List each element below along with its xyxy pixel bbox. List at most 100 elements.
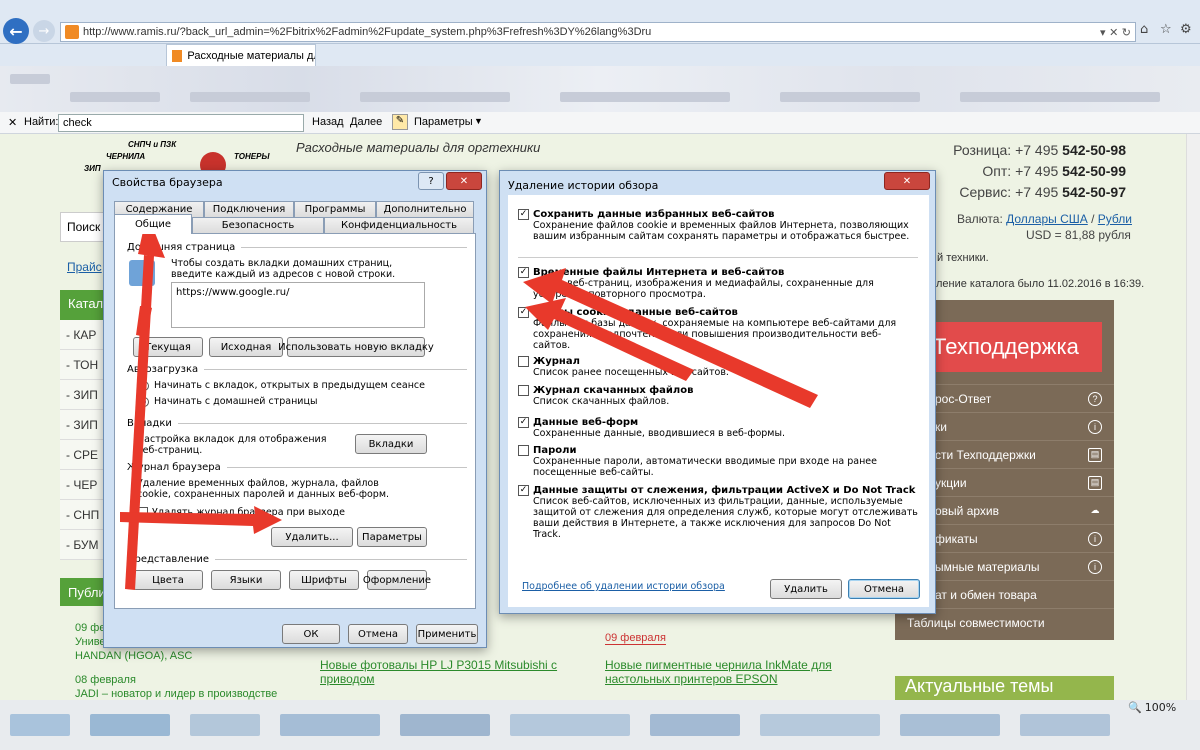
address-controls[interactable]: ▾ ✕ ↻ [1100, 26, 1131, 39]
tab-privacy[interactable]: Конфиденциальность [324, 217, 474, 233]
info-icon: i [1088, 419, 1102, 434]
catalog-update-text: ление каталога было 11.02.2016 в 16:39. [936, 278, 1145, 290]
dialog-title: Свойства браузера [112, 176, 223, 189]
use-default-button[interactable]: Исходная [209, 337, 283, 357]
use-current-button[interactable]: Текущая [133, 337, 203, 357]
ok-button[interactable]: ОК [282, 624, 340, 644]
delete-button[interactable]: Удалить [770, 579, 842, 599]
cloud-download-icon: ☁ [1090, 505, 1100, 515]
arrow-left-icon: ← [9, 21, 23, 41]
checkbox-unchecked-icon [518, 355, 529, 367]
news-link[interactable]: JADI – новатор и лидер в производстве [75, 688, 277, 700]
delete-history-panel: ✓ Сохранить данные избранных веб-сайтов С… [508, 195, 929, 607]
cancel-button[interactable]: Отмена [348, 624, 408, 644]
history-description: Удаление временных файлов, журнала, файл… [137, 478, 390, 500]
languages-button[interactable]: Языки [211, 570, 281, 590]
checkbox-checked-icon: ✓ [518, 208, 529, 220]
news-link[interactable]: Униве [75, 636, 106, 648]
usd-rate: USD = 81,88 рубля [1026, 228, 1131, 242]
history-option[interactable]: ✓ Данные защиты от слежения, фильтрации A… [518, 483, 918, 540]
browser-tab[interactable]: Расходные материалы для... [166, 44, 316, 66]
colors-button[interactable]: Цвета [133, 570, 203, 590]
news-link[interactable]: HANDAN (HGOA), ASC [75, 650, 192, 662]
nav-item[interactable]: - СНП [60, 500, 104, 530]
tab-advanced[interactable]: Дополнительно [376, 201, 474, 217]
site-favicon-icon [65, 25, 79, 39]
page-scrollbar[interactable] [1186, 134, 1200, 700]
home-icon[interactable]: ⌂ [1140, 22, 1148, 37]
document-icon: ▤ [1088, 447, 1102, 462]
learn-more-link[interactable]: Подробнее об удалении истории обзора [522, 581, 725, 592]
history-option[interactable]: ✓ Временные файлы Интернета и веб-сайтов … [518, 265, 918, 300]
nav-item[interactable]: - КАР [60, 320, 104, 350]
phone-service: Сервис: +7 495 542-50-97 [959, 184, 1126, 200]
news-link[interactable]: Новые пигментные чернила InkMate для нас… [605, 658, 855, 686]
question-icon: ? [1088, 391, 1102, 406]
close-button[interactable]: ✕ [446, 172, 482, 190]
pencil-icon: ✎ [392, 114, 408, 130]
site-search-input[interactable]: Поиск [60, 212, 104, 242]
home-page-urls-textarea[interactable]: https://www.google.ru/ [171, 282, 425, 328]
cancel-button[interactable]: Отмена [848, 579, 920, 599]
currency-rub-link[interactable]: Рубли [1098, 212, 1132, 226]
history-option[interactable]: ✓ Данные веб-форм Сохраненные данные, вво… [518, 415, 918, 439]
zoom-level[interactable]: 🔍 100% [1128, 701, 1176, 714]
history-option[interactable]: Пароли Сохраненные пароли, автоматически… [518, 443, 918, 478]
phone-wholesale: Опт: +7 495 542-50-99 [982, 163, 1126, 179]
site-slogan: Расходные материалы для оргтехники [296, 140, 541, 155]
checkbox-checked-icon: ✓ [518, 416, 529, 428]
gear-icon[interactable]: ⚙ [1180, 22, 1192, 37]
find-bar: ✕ Найти: Назад Далее ✎ Параметры ▼ [0, 112, 1200, 134]
delete-on-exit-checkbox[interactable]: Удалять журнал браузера при выходе [137, 507, 345, 518]
tabs-settings-button[interactable]: Вкладки [355, 434, 427, 454]
history-option[interactable]: Журнал скачанных файлов Список скачанных… [518, 383, 918, 407]
delete-history-dialog: Удаление истории обзора ✕ ✓ Сохранить дан… [499, 170, 936, 614]
info-icon: i [1088, 531, 1102, 546]
tab-connections[interactable]: Подключения [204, 201, 294, 217]
use-new-tab-button[interactable]: Использовать новую вкладку [278, 337, 434, 357]
history-settings-button[interactable]: Параметры [357, 527, 427, 547]
address-bar[interactable]: http://www.ramis.ru/?back_url_admin=%2Fb… [60, 22, 1136, 42]
document-icon: ▤ [1088, 475, 1102, 490]
find-options-button[interactable]: Параметры [414, 116, 473, 128]
close-find-icon[interactable]: ✕ [8, 116, 17, 129]
nav-item[interactable]: - ЗИП [60, 410, 104, 440]
price-link[interactable]: Прайс [67, 260, 102, 274]
tab-general[interactable]: Общие [114, 214, 192, 234]
catalog-header: Катал [68, 296, 104, 311]
nav-item[interactable]: - БУМ [60, 530, 104, 560]
help-button[interactable]: ? [418, 172, 444, 190]
nav-item[interactable]: - ТОН [60, 350, 104, 380]
history-option[interactable]: ✓ Сохранить данные избранных веб-сайтов С… [518, 207, 918, 242]
find-next-button[interactable]: Далее [350, 116, 382, 128]
nav-item[interactable]: - ЗИП [60, 380, 104, 410]
topics-header: Актуальные темы [895, 676, 1114, 700]
appearance-group-label: Представление [127, 554, 467, 565]
startup-prev-session-radio[interactable]: Начинать с вкладок, открытых в предыдуще… [139, 380, 425, 391]
news-link[interactable]: Новые фотовалы HP LJ P3015 Mitsubishi с … [320, 658, 560, 686]
accessibility-button[interactable]: Оформление [363, 570, 431, 590]
forward-button[interactable]: → [33, 20, 55, 42]
apply-button[interactable]: Применить [416, 624, 478, 644]
nav-item[interactable]: - ЧЕР [60, 470, 104, 500]
history-option[interactable]: ✓ Файлы cookie и данные веб-сайтов Файлы … [518, 305, 918, 351]
dialog-title: Удаление истории обзора [508, 179, 659, 192]
fonts-button[interactable]: Шрифты [289, 570, 359, 590]
star-icon[interactable]: ☆ [1160, 22, 1172, 37]
find-input[interactable] [58, 114, 304, 132]
currency-usd-link[interactable]: Доллары США [1006, 212, 1088, 226]
history-option[interactable]: Журнал Список ранее посещенных веб-сайто… [518, 354, 918, 378]
delete-history-button[interactable]: Удалить... [271, 527, 353, 547]
back-button[interactable]: ← [3, 18, 29, 44]
tab-title: Расходные материалы для... [187, 49, 315, 62]
close-button[interactable]: ✕ [884, 172, 930, 190]
internet-options-dialog: Свойства браузера ? ✕ Содержание Подключ… [103, 170, 487, 648]
currency-switch: Валюта: Доллары США / Рубли [957, 212, 1132, 226]
tab-security[interactable]: Безопасность [192, 217, 324, 233]
startup-home-radio[interactable]: Начинать с домашней страницы [139, 396, 317, 407]
find-label: Найти: [24, 116, 59, 128]
tab-programs[interactable]: Программы [294, 201, 376, 217]
nav-item[interactable]: - СРЕ [60, 440, 104, 470]
find-prev-button[interactable]: Назад [312, 116, 344, 128]
news-date: 08 февраля [75, 674, 136, 686]
